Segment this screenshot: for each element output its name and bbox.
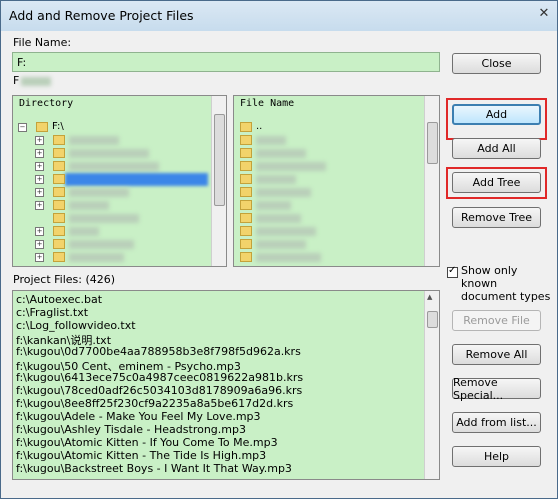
project-file-item[interactable]: f:\kugou\8ee8ff25f230cf9a2235a8a5be617d2… <box>16 397 293 410</box>
project-file-item[interactable]: f:\kugou\78ced0adf26c5034103d8178909a6a9… <box>16 384 302 397</box>
close-window-icon[interactable]: ✕ <box>536 6 552 22</box>
add-all-button[interactable]: Add All <box>452 138 541 159</box>
folder-icon <box>53 187 65 197</box>
expand-icon[interactable]: + <box>35 149 44 158</box>
expand-icon[interactable]: + <box>35 240 44 249</box>
directory-tree[interactable]: Directory − F:\ + + + + + + + + + <box>12 95 227 267</box>
folder-icon <box>240 122 252 132</box>
selected-tree-item[interactable] <box>65 173 208 186</box>
folder-icon <box>53 148 65 158</box>
scroll-thumb[interactable] <box>427 311 438 328</box>
folder-icon <box>53 174 65 184</box>
expand-icon[interactable]: + <box>35 162 44 171</box>
scroll-thumb[interactable] <box>427 122 438 164</box>
folder-icon <box>240 161 252 171</box>
folder-icon <box>240 135 252 145</box>
file-name-label: File Name: <box>13 36 72 49</box>
project-file-item[interactable]: f:\kugou\0d7700be4aa788958b3e8f798f5d962… <box>16 345 301 358</box>
project-file-item[interactable]: f:\kugou\Ashley Tisdale - Headstrong.mp3 <box>16 423 246 436</box>
folder-icon <box>53 239 65 249</box>
directory-scrollbar[interactable] <box>211 96 226 266</box>
folder-open-icon <box>36 122 48 132</box>
add-from-list-button[interactable]: Add from list... <box>452 412 541 433</box>
project-file-item[interactable]: f:\kugou\Backstreet Boys - I Want It Tha… <box>16 462 292 475</box>
expand-icon[interactable]: + <box>35 253 44 262</box>
folder-icon <box>240 226 252 236</box>
tree-root[interactable]: − F:\ <box>18 121 208 134</box>
title-bar[interactable]: Add and Remove Project Files ✕ <box>1 1 557 31</box>
folder-icon <box>53 161 65 171</box>
expand-icon[interactable]: + <box>35 227 44 236</box>
folder-icon <box>240 174 252 184</box>
remove-tree-button[interactable]: Remove Tree <box>452 207 541 228</box>
project-file-item[interactable]: f:\kugou\Atomic Kitten - If You Come To … <box>16 436 278 449</box>
project-file-item[interactable]: c:\Log_followvideo.txt <box>16 319 136 332</box>
file-list-scrollbar[interactable] <box>424 96 439 266</box>
expand-icon[interactable]: + <box>35 136 44 145</box>
file-list-header: File Name <box>234 96 439 112</box>
directory-header: Directory <box>13 96 226 112</box>
folder-icon <box>240 252 252 262</box>
folders-label-blurred <box>21 77 51 86</box>
add-tree-button[interactable]: Add Tree <box>452 172 541 193</box>
parent-dir-label: .. <box>256 121 263 132</box>
expand-icon[interactable]: + <box>35 175 44 184</box>
expand-icon[interactable]: + <box>35 201 44 210</box>
project-file-item[interactable]: c:\Fraglist.txt <box>16 306 88 319</box>
scroll-thumb[interactable] <box>214 114 225 206</box>
project-file-item[interactable]: f:\kugou\Adele - Make You Feel My Love.m… <box>16 410 261 423</box>
folder-icon <box>240 148 252 158</box>
remove-all-button[interactable]: Remove All <box>452 344 541 365</box>
show-known-label: Show only known document types <box>461 264 551 303</box>
project-files-label: Project Files: (426) <box>13 273 116 286</box>
folder-icon <box>240 239 252 249</box>
folder-icon <box>53 200 65 210</box>
show-known-checkbox[interactable]: ✓ <box>447 265 458 278</box>
folder-icon <box>240 213 252 223</box>
close-button[interactable]: Close <box>452 53 541 74</box>
help-button[interactable]: Help <box>452 446 541 467</box>
folders-label: F <box>13 74 20 87</box>
add-remove-files-dialog: Add and Remove Project Files ✕ File Name… <box>0 0 558 499</box>
file-name-value: F: <box>17 56 27 69</box>
folder-icon <box>53 213 65 223</box>
tree-root-label: F:\ <box>52 121 64 132</box>
scroll-up-icon[interactable]: ▲ <box>427 293 432 301</box>
project-file-item[interactable]: f:\kugou\6413ece75c0a4987ceec0819622a981… <box>16 371 303 384</box>
collapse-icon[interactable]: − <box>18 123 27 132</box>
window-title: Add and Remove Project Files <box>9 8 194 23</box>
folder-icon <box>240 187 252 197</box>
folder-icon <box>53 252 65 262</box>
project-files-list[interactable]: c:\Autoexec.bat c:\Fraglist.txt c:\Log_fol… <box>12 290 440 480</box>
file-list[interactable]: File Name .. <box>233 95 440 267</box>
file-name-input[interactable]: F: <box>12 52 440 72</box>
folder-icon <box>53 135 65 145</box>
project-files-scrollbar[interactable]: ▲ <box>424 291 439 479</box>
remove-file-button[interactable]: Remove File <box>452 310 541 331</box>
remove-special-button[interactable]: Remove Special... <box>452 376 541 402</box>
folder-icon <box>53 226 65 236</box>
checkmark-icon: ✓ <box>448 265 457 276</box>
project-file-item[interactable]: c:\Autoexec.bat <box>16 293 102 306</box>
folder-icon <box>240 200 252 210</box>
project-file-item[interactable]: f:\kugou\Atomic Kitten - The Tide Is Hig… <box>16 449 266 462</box>
add-button[interactable]: Add <box>452 104 541 125</box>
expand-icon[interactable]: + <box>35 188 44 197</box>
